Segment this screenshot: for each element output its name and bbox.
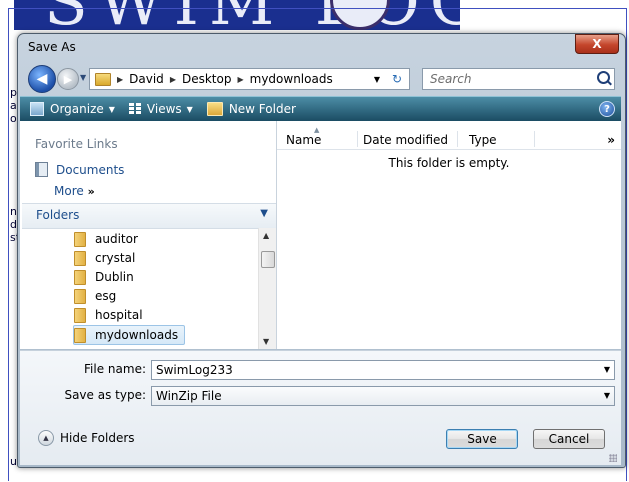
folder-name: esg <box>95 289 117 303</box>
more-columns-icon[interactable]: » <box>607 133 615 147</box>
command-toolbar: Organize ▼ Views ▼ New Folder ? <box>20 96 621 121</box>
refresh-icon: ↻ <box>391 72 403 86</box>
chevron-down-icon: ▼ <box>108 104 115 114</box>
folder-item-hospital[interactable]: hospital <box>74 306 143 324</box>
forward-button[interactable]: ▶ <box>57 68 79 90</box>
navigation-pane: Favorite Links Documents More » Folders … <box>20 121 277 349</box>
folder-tree-scrollbar[interactable]: ▲ ▼ <box>258 228 276 349</box>
folders-section-header[interactable]: Folders ▼ <box>22 203 276 229</box>
search-input[interactable] <box>423 69 590 89</box>
column-header-name[interactable]: Name <box>286 133 321 147</box>
new-folder-button[interactable]: New Folder <box>206 102 296 116</box>
refresh-button[interactable]: ↻ <box>385 68 410 90</box>
column-header-date-modified[interactable]: Date modified <box>363 133 448 147</box>
folder-item-dublin[interactable]: Dublin <box>74 268 134 286</box>
save-options-area: File name: ▼ Save as type: WinZip File ▼… <box>20 350 621 465</box>
recent-pages-dropdown-icon[interactable]: ▼ <box>80 73 86 82</box>
folder-icon <box>74 327 86 343</box>
new-folder-label: New Folder <box>228 102 296 116</box>
hide-folders-label: Hide Folders <box>60 431 135 445</box>
organize-label: Organize <box>50 102 104 116</box>
background-text: u <box>10 455 17 468</box>
save-as-type-label: Save as type: <box>64 388 146 402</box>
column-divider[interactable] <box>457 131 458 147</box>
folder-name: mydownloads <box>95 328 179 342</box>
folder-name: auditor <box>95 232 138 246</box>
back-button[interactable]: ◀ <box>28 65 56 93</box>
favorite-link-documents[interactable]: Documents <box>35 162 124 177</box>
dialog-title: Save As <box>28 40 76 54</box>
hide-folders-button[interactable]: ▲ Hide Folders <box>38 430 135 446</box>
column-divider[interactable] <box>534 131 535 147</box>
close-icon: X <box>592 37 602 51</box>
folder-icon <box>74 269 86 285</box>
views-menu[interactable]: Views ▼ <box>128 102 193 116</box>
sort-ascending-icon: ▲ <box>314 126 320 134</box>
breadcrumb-david[interactable]: David <box>129 72 164 86</box>
resize-grip-icon[interactable] <box>609 454 617 462</box>
file-list-pane: Name ▲ Date modified Type » This folder … <box>277 121 621 349</box>
folder-item-esg[interactable]: esg <box>74 287 116 305</box>
save-button[interactable]: Save <box>446 429 518 449</box>
folder-icon <box>74 231 86 247</box>
folder-item-crystal[interactable]: crystal <box>74 249 135 267</box>
column-header-type[interactable]: Type <box>469 133 497 147</box>
cancel-button[interactable]: Cancel <box>533 429 605 449</box>
organize-icon <box>30 102 44 116</box>
folder-item-auditor[interactable]: auditor <box>74 230 138 248</box>
empty-folder-message: This folder is empty. <box>388 156 510 170</box>
scroll-up-icon[interactable]: ▲ <box>263 231 269 240</box>
folder-tree: auditor crystal Dublin esg hospital mydo… <box>22 228 258 349</box>
organize-menu[interactable]: Organize ▼ <box>30 102 115 116</box>
double-chevron-icon: » <box>87 185 95 198</box>
new-folder-icon <box>206 102 223 116</box>
column-divider[interactable] <box>357 131 358 147</box>
save-as-type-value: WinZip File <box>156 389 222 403</box>
background-text: n <box>10 205 17 218</box>
search-icon[interactable] <box>597 71 610 84</box>
folder-name: Dublin <box>95 270 134 284</box>
breadcrumb-separator-icon[interactable]: ▶ <box>170 75 176 84</box>
chevron-up-icon: ▲ <box>38 430 54 446</box>
more-label: More <box>54 184 84 198</box>
save-as-dialog: Save As X ◀ ▶ ▼ ▶ David ▶ Desktop ▶ mydo… <box>17 33 626 468</box>
folder-item-mydownloads[interactable]: mydownloads <box>73 325 186 345</box>
back-arrow-icon: ◀ <box>36 71 48 87</box>
close-button[interactable]: X <box>575 34 619 54</box>
folders-label: Folders <box>36 208 80 222</box>
column-header-row: Name ▲ Date modified Type » <box>277 126 621 150</box>
search-box <box>422 68 615 90</box>
folder-icon <box>74 288 86 304</box>
documents-icon <box>35 162 48 177</box>
breadcrumb-separator-icon[interactable]: ▶ <box>117 75 123 84</box>
file-name-field: ▼ <box>151 360 615 380</box>
folder-icon <box>74 307 86 323</box>
more-favorites-link[interactable]: More » <box>54 184 95 198</box>
save-as-type-select[interactable]: WinZip File ▼ <box>151 386 615 406</box>
address-bar[interactable]: ▶ David ▶ Desktop ▶ mydownloads ▼ <box>89 68 387 90</box>
file-name-dropdown-icon[interactable]: ▼ <box>604 365 610 374</box>
breadcrumb-desktop[interactable]: Desktop <box>182 72 232 86</box>
chevron-down-icon: ▼ <box>260 208 268 219</box>
forward-arrow-icon: ▶ <box>63 72 73 86</box>
scroll-down-icon[interactable]: ▼ <box>263 337 269 346</box>
chevron-down-icon: ▼ <box>186 104 193 114</box>
views-label: Views <box>146 102 182 116</box>
breadcrumb-separator-icon[interactable]: ▶ <box>237 75 243 84</box>
background-text: o <box>10 112 17 125</box>
folder-name: crystal <box>95 251 136 265</box>
folder-name: hospital <box>95 308 143 322</box>
folder-icon <box>74 250 86 266</box>
scrollbar-thumb[interactable] <box>261 251 275 268</box>
address-dropdown-icon[interactable]: ▼ <box>374 75 380 84</box>
favorite-links-header: Favorite Links <box>35 137 118 151</box>
favorite-link-label: Documents <box>56 162 125 177</box>
help-icon[interactable]: ? <box>599 101 615 117</box>
file-name-input[interactable] <box>152 361 596 379</box>
chevron-down-icon: ▼ <box>603 391 610 400</box>
file-name-label: File name: <box>84 362 146 376</box>
breadcrumb-mydownloads[interactable]: mydownloads <box>250 72 333 86</box>
views-icon <box>128 103 141 115</box>
folder-icon <box>95 72 111 86</box>
